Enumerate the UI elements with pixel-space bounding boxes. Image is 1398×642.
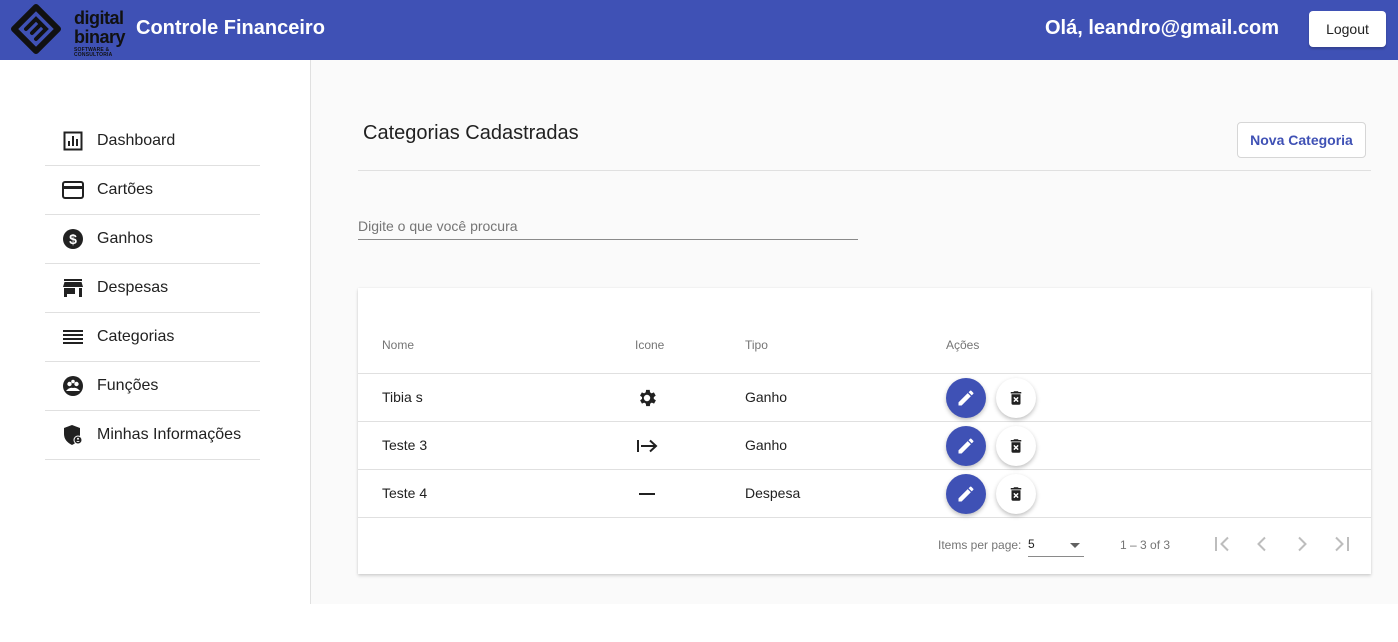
first-page-button[interactable] <box>1206 528 1238 560</box>
digital-binary-logo-icon <box>11 4 61 54</box>
sidebar-item-label: Funções <box>97 377 159 394</box>
sidebar-item-label: Minhas Informações <box>97 426 242 443</box>
logout-button[interactable]: Logout <box>1309 11 1386 47</box>
store-icon <box>62 277 84 299</box>
delete-forever-icon <box>1010 439 1022 453</box>
category-type: Ganho <box>745 437 788 453</box>
sidebar-item-label: Dashboard <box>97 132 176 149</box>
column-header-actions: Ações <box>946 338 980 352</box>
new-category-button[interactable]: Nova Categoria <box>1237 122 1366 158</box>
column-header-icon[interactable]: Icone <box>635 338 664 352</box>
paginator: Items per page: 5 1 – 3 of 3 <box>358 518 1371 574</box>
delete-forever-icon <box>1010 391 1022 405</box>
list-lines-icon <box>62 326 84 348</box>
shield-user-icon <box>62 424 84 446</box>
main-content: Categorias Cadastradas Nova Categoria No… <box>311 60 1398 604</box>
delete-button[interactable] <box>996 378 1036 418</box>
sidebar-item-label: Ganhos <box>97 230 154 247</box>
previous-page-button[interactable] <box>1246 528 1278 560</box>
sidebar-item-label: Despesas <box>97 279 169 296</box>
sidebar-item-dashboard[interactable]: Dashboard <box>45 117 260 166</box>
arrow-right-bar-icon <box>635 434 659 458</box>
category-name: Teste 4 <box>382 485 428 501</box>
credit-card-icon <box>62 179 84 201</box>
pencil-icon <box>958 390 974 406</box>
chevron-left-icon <box>1257 536 1266 552</box>
edit-button[interactable] <box>946 378 986 418</box>
sidebar-item-categorias[interactable]: Categorias <box>45 313 260 362</box>
edit-button[interactable] <box>946 474 986 514</box>
pencil-icon <box>958 438 974 454</box>
first-page-icon <box>1215 536 1229 552</box>
top-toolbar: digital binary SOFTWARE & CONSULTORIA Co… <box>0 0 1398 60</box>
dropdown-arrow-icon <box>1070 543 1080 548</box>
minus-icon <box>635 482 659 506</box>
sidebar: Dashboard Cartões $ Ganhos Despesas Cate… <box>0 60 311 604</box>
sidebar-item-cartoes[interactable]: Cartões <box>45 166 260 215</box>
sidebar-nav: Dashboard Cartões $ Ganhos Despesas Cate… <box>45 117 260 460</box>
logo-wordmark: digital binary SOFTWARE & CONSULTORIA <box>74 8 126 58</box>
user-greeting: Olá, leandro@gmail.com <box>1044 17 1279 39</box>
table-header: Nome Icone Tipo Ações <box>358 316 1371 374</box>
table-row: Teste 3 Ganho <box>358 422 1371 470</box>
column-header-name[interactable]: Nome <box>382 338 414 352</box>
category-name: Tibia s <box>382 389 423 405</box>
page-size-value: 5 <box>1028 537 1035 551</box>
last-page-button[interactable] <box>1326 528 1358 560</box>
company-logo: digital binary SOFTWARE & CONSULTORIA <box>10 3 126 58</box>
sidebar-item-label: Cartões <box>97 181 154 198</box>
category-type: Despesa <box>745 485 801 501</box>
svg-text:$: $ <box>69 231 77 247</box>
app-title: Controle Financeiro <box>136 17 325 39</box>
group-circle-icon <box>62 375 84 397</box>
last-page-icon <box>1335 536 1349 552</box>
sidebar-item-label: Categorias <box>97 328 175 345</box>
sidebar-item-ganhos[interactable]: $ Ganhos <box>45 215 260 264</box>
category-name: Teste 3 <box>382 437 428 453</box>
column-header-type[interactable]: Tipo <box>745 338 768 352</box>
sidebar-item-minhas-informacoes[interactable]: Minhas Informações <box>45 411 260 460</box>
delete-forever-icon <box>1010 487 1022 501</box>
table-row: Tibia s Ganho <box>358 374 1371 422</box>
sidebar-item-funcoes[interactable]: Funções <box>45 362 260 411</box>
dollar-circle-icon: $ <box>62 228 84 250</box>
page-size-select[interactable]: 5 <box>1028 535 1084 557</box>
chevron-right-icon <box>1298 536 1307 552</box>
settings-gear-icon <box>635 386 659 410</box>
search-input[interactable] <box>358 212 858 240</box>
sidebar-item-despesas[interactable]: Despesas <box>45 264 260 313</box>
table-row: Teste 4 Despesa <box>358 470 1371 518</box>
page-title: Categorias Cadastradas <box>363 122 579 144</box>
category-type: Ganho <box>745 389 788 405</box>
pencil-icon <box>958 486 974 502</box>
edit-button[interactable] <box>946 426 986 466</box>
divider <box>358 170 1371 171</box>
page-range-label: 1 – 3 of 3 <box>1120 538 1171 552</box>
items-per-page-label: Items per page: <box>938 538 1022 552</box>
categories-table: Nome Icone Tipo Ações Tibia s Ganho Test… <box>358 288 1371 574</box>
bar-chart-icon <box>62 130 84 152</box>
delete-button[interactable] <box>996 426 1036 466</box>
next-page-button[interactable] <box>1286 528 1318 560</box>
delete-button[interactable] <box>996 474 1036 514</box>
